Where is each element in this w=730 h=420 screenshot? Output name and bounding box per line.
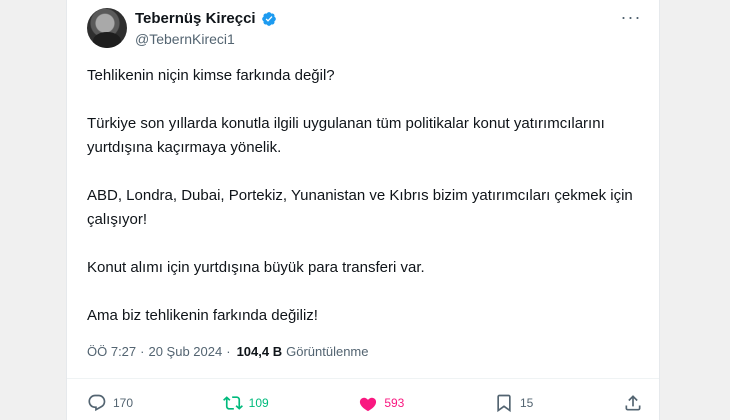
action-bar: 170 109 593 15 xyxy=(87,392,643,414)
meta-separator: · xyxy=(226,344,231,359)
more-options-icon[interactable]: ··· xyxy=(619,8,643,28)
heart-icon xyxy=(360,397,377,412)
retweet-button[interactable]: 109 xyxy=(222,393,269,413)
tweet-card: Tebernüş Kireçci @TebernKireci1 ··· Tehl… xyxy=(66,0,660,420)
tweet-paragraph: Türkiye son yıllarda konutla ilgili uygu… xyxy=(87,115,605,156)
author-name[interactable]: Tebernüş Kireçci xyxy=(135,10,256,27)
author-row: Tebernüş Kireçci xyxy=(135,10,277,27)
bookmark-button[interactable]: 15 xyxy=(494,393,533,413)
bookmark-count: 15 xyxy=(519,396,534,410)
views-label: Görüntülenme xyxy=(286,344,369,359)
bookmark-icon xyxy=(497,394,511,413)
like-button[interactable]: 593 xyxy=(358,393,404,413)
author-handle[interactable]: @TebernKireci1 xyxy=(135,31,235,47)
tweet-paragraph: Ama biz tehlikenin farkında değiliz! xyxy=(87,307,318,324)
meta-separator: · xyxy=(140,344,145,359)
divider xyxy=(67,378,659,379)
verified-badge-icon xyxy=(261,11,276,26)
tweet-paragraph: ABD, Londra, Dubai, Portekiz, Yunanistan… xyxy=(87,187,633,228)
share-icon xyxy=(625,395,641,411)
tweet-time[interactable]: ÖÖ 7:27 xyxy=(87,344,136,359)
like-count: 593 xyxy=(384,396,405,410)
tweet-text: Tehlikenin niçin kimse farkında değil? T… xyxy=(87,64,639,328)
reply-button[interactable]: 170 xyxy=(87,393,133,413)
reply-count: 170 xyxy=(113,396,134,410)
retweet-icon xyxy=(222,396,243,410)
share-button[interactable] xyxy=(623,393,643,413)
tweet-meta: ÖÖ 7:27 · 20 Şub 2024 · 104,4 B Görüntül… xyxy=(87,344,369,359)
reply-icon xyxy=(88,394,106,412)
tweet-paragraph: Tehlikenin niçin kimse farkında değil? xyxy=(87,67,335,84)
tweet-date[interactable]: 20 Şub 2024 xyxy=(148,344,222,359)
retweet-count: 109 xyxy=(248,396,269,410)
tweet-paragraph: Konut alımı için yurtdışına büyük para t… xyxy=(87,259,425,276)
views-count: 104,4 B xyxy=(236,344,283,359)
avatar[interactable] xyxy=(87,8,127,48)
